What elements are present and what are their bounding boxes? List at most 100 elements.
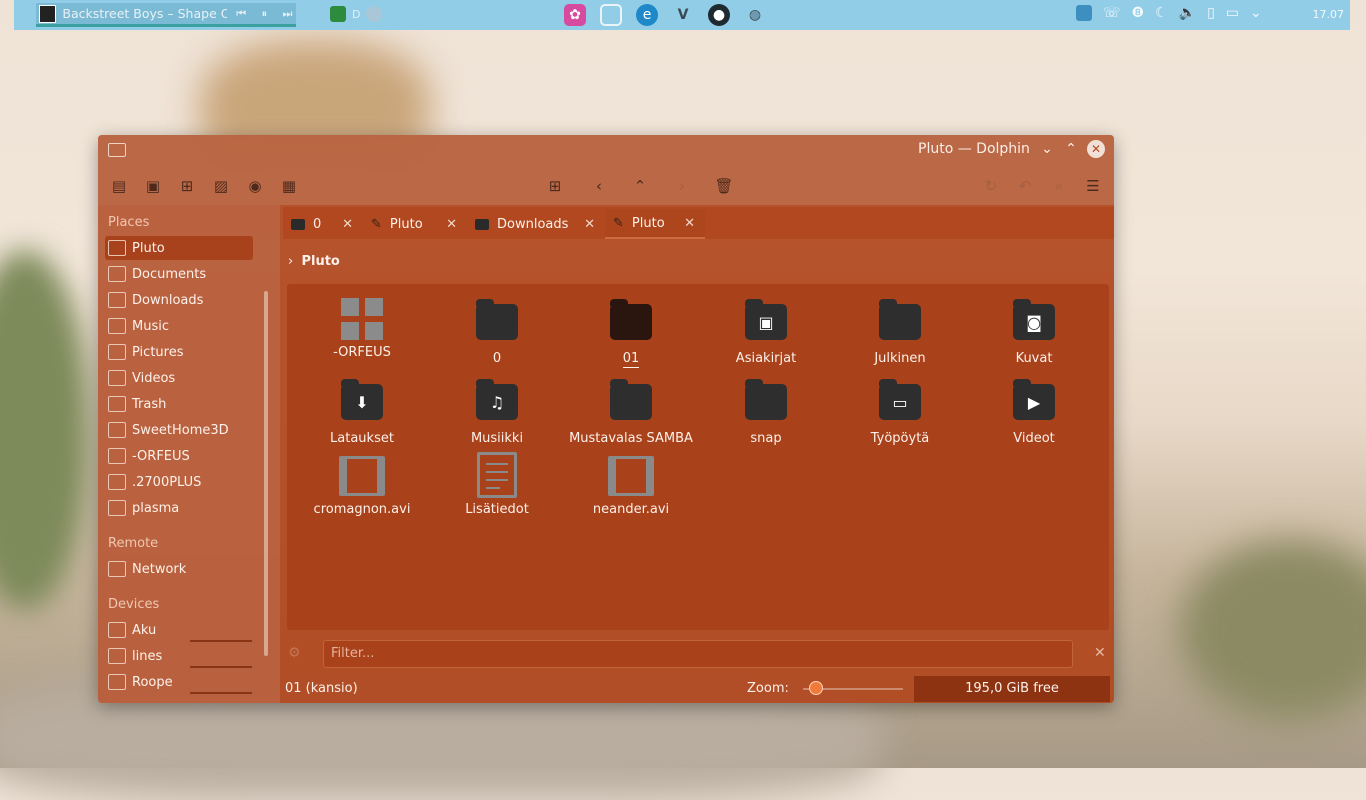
apple-icon[interactable] xyxy=(780,4,802,26)
filter-input[interactable]: Filter... xyxy=(323,640,1073,668)
file-item[interactable]: -ORFEUS xyxy=(297,298,427,360)
drive-icon xyxy=(108,622,126,638)
sidebar-scrollbar[interactable] xyxy=(264,291,268,656)
close-tab-icon[interactable]: ✕ xyxy=(684,216,695,231)
numbered-tray-icon[interactable]: ❽ xyxy=(1132,5,1145,21)
search-icon[interactable]: ⌕ xyxy=(1048,176,1070,196)
globe-icon[interactable]: ◍ xyxy=(744,4,766,26)
window-menu-chevron-icon[interactable]: ⌄ xyxy=(1038,141,1056,157)
preview-image-icon[interactable]: ▨ xyxy=(210,176,232,196)
compact-view-icon[interactable]: ▦ xyxy=(278,176,300,196)
close-window-button[interactable]: ✕ xyxy=(1087,140,1105,158)
file-item[interactable]: snap xyxy=(701,378,831,446)
foliage-right xyxy=(1180,540,1366,720)
previous-track-icon[interactable]: ⏮ xyxy=(233,7,250,21)
devices-header: Devices xyxy=(108,597,160,612)
next-track-icon[interactable]: ⏭ xyxy=(279,7,296,21)
volume-icon[interactable]: 🔈 xyxy=(1179,5,1196,21)
filter-lock-icon[interactable]: ⚙ xyxy=(288,645,301,661)
place-orfeus[interactable]: -ORFEUS xyxy=(105,444,253,468)
window-folder-icon xyxy=(108,143,126,157)
tab-downloads[interactable]: Downloads ✕ xyxy=(467,209,605,239)
zoom-slider-handle[interactable] xyxy=(809,681,823,695)
downloads-icon xyxy=(108,292,126,308)
terminal-icon[interactable]: ▣ xyxy=(142,176,164,196)
pause-icon[interactable]: ⏸ xyxy=(256,7,273,21)
up-icon[interactable]: ⌃ xyxy=(629,176,651,196)
place-2700plus[interactable]: .2700PLUS xyxy=(105,470,253,494)
file-item[interactable]: 0 xyxy=(432,298,562,366)
battery-widget-icon[interactable] xyxy=(330,6,346,22)
place-plasma[interactable]: plasma xyxy=(105,496,253,520)
breadcrumb[interactable]: › Pluto xyxy=(288,254,340,269)
place-sweethome3d[interactable]: SweetHome3D xyxy=(105,418,253,442)
disk-widget-icon[interactable] xyxy=(366,6,383,22)
tray-left: D xyxy=(330,6,383,22)
file-item[interactable]: Mustavalas SAMBA xyxy=(566,378,696,446)
folder-icon xyxy=(108,500,126,516)
screenshot-tray-icon[interactable] xyxy=(1076,5,1092,21)
file-item[interactable]: ▭ Työpöytä xyxy=(835,378,965,446)
grid-icon xyxy=(341,298,383,340)
file-item[interactable]: ▶ Videot xyxy=(969,378,1099,446)
back-icon[interactable]: ‹ xyxy=(588,176,610,196)
clock[interactable]: 17.07 xyxy=(1313,8,1345,21)
file-item[interactable]: ♫ Musiikki xyxy=(432,378,562,446)
place-downloads[interactable]: Downloads xyxy=(105,288,253,312)
file-item[interactable]: ◙ Kuvat xyxy=(969,298,1099,366)
text-file-icon xyxy=(477,452,517,498)
file-view[interactable]: -ORFEUS 0 01 ▣ Asiakirjat Julkinen ◙ Kuv… xyxy=(287,284,1109,630)
home-icon xyxy=(108,240,126,256)
reload-icon[interactable]: ↻ xyxy=(980,176,1002,196)
obs-icon[interactable]: ● xyxy=(708,4,730,26)
display-icon[interactable]: ▭ xyxy=(1226,5,1239,21)
file-item[interactable]: ▣ Asiakirjat xyxy=(701,298,831,366)
kdeconnect-icon[interactable]: ☏ xyxy=(1103,5,1121,21)
place-network[interactable]: Network xyxy=(105,557,253,581)
night-color-icon[interactable]: ☾ xyxy=(1155,5,1168,21)
file-item-selected[interactable]: 01 xyxy=(566,298,696,368)
new-tab-icon[interactable]: ⊞ xyxy=(176,176,198,196)
clipboard-icon[interactable]: ▯ xyxy=(1207,5,1215,21)
media-title: Backstreet Boys – Shape Of M... xyxy=(62,6,227,21)
file-item[interactable]: neander.avi xyxy=(566,456,696,517)
maximize-icon[interactable]: ⌃ xyxy=(1062,141,1080,157)
close-tab-icon[interactable]: ✕ xyxy=(342,217,353,232)
place-documents[interactable]: Documents xyxy=(105,262,253,286)
tab-pluto[interactable]: ✎ Pluto ✕ xyxy=(363,209,467,239)
folder-icon xyxy=(476,299,518,346)
file-item[interactable]: cromagnon.avi xyxy=(297,456,427,517)
vivaldi-icon[interactable]: V xyxy=(672,4,694,26)
tab-pluto-active[interactable]: ✎ Pluto ✕ xyxy=(605,209,705,239)
device-aku[interactable]: Aku xyxy=(105,618,253,642)
file-manager-icon[interactable] xyxy=(600,4,622,26)
hamburger-menu-icon[interactable]: ☰ xyxy=(1082,176,1104,196)
new-folder-icon[interactable]: ⊞ xyxy=(544,176,566,196)
close-tab-icon[interactable]: ✕ xyxy=(446,217,457,232)
place-music[interactable]: Music xyxy=(105,314,253,338)
edge-browser-icon[interactable]: e xyxy=(636,4,658,26)
free-space-indicator[interactable]: 195,0 GiB free xyxy=(914,676,1110,702)
documents-folder-icon: ▣ xyxy=(745,299,787,346)
close-tab-icon[interactable]: ✕ xyxy=(584,217,595,232)
tab-0[interactable]: 0 ✕ xyxy=(283,209,363,239)
file-item[interactable]: ⬇ Lataukset xyxy=(297,378,427,446)
folder-icon xyxy=(108,422,126,438)
split-view-icon[interactable]: ▤ xyxy=(108,176,130,196)
file-item[interactable]: Lisätiedot xyxy=(432,452,562,517)
place-videos[interactable]: Videos xyxy=(105,366,253,390)
media-player-widget[interactable]: Backstreet Boys – Shape Of M... ⏮ ⏸ ⏭ xyxy=(36,3,296,27)
undo-icon[interactable]: ↶ xyxy=(1014,176,1036,196)
app-launcher-icon[interactable]: ✿ xyxy=(564,4,586,26)
file-item[interactable]: Julkinen xyxy=(835,298,965,366)
device-lines[interactable]: lines xyxy=(105,644,253,668)
show-hidden-eye-icon[interactable]: ◉ xyxy=(244,176,266,196)
close-filter-icon[interactable]: ✕ xyxy=(1094,645,1106,661)
device-roope[interactable]: Roope xyxy=(105,670,253,694)
place-pluto[interactable]: Pluto xyxy=(105,236,253,260)
place-trash[interactable]: Trash xyxy=(105,392,253,416)
tray-expand-icon[interactable]: ⌄ xyxy=(1250,5,1262,21)
forward-icon[interactable]: › xyxy=(671,176,693,196)
place-pictures[interactable]: Pictures xyxy=(105,340,253,364)
trash-icon[interactable]: 🗑 xyxy=(713,176,735,196)
